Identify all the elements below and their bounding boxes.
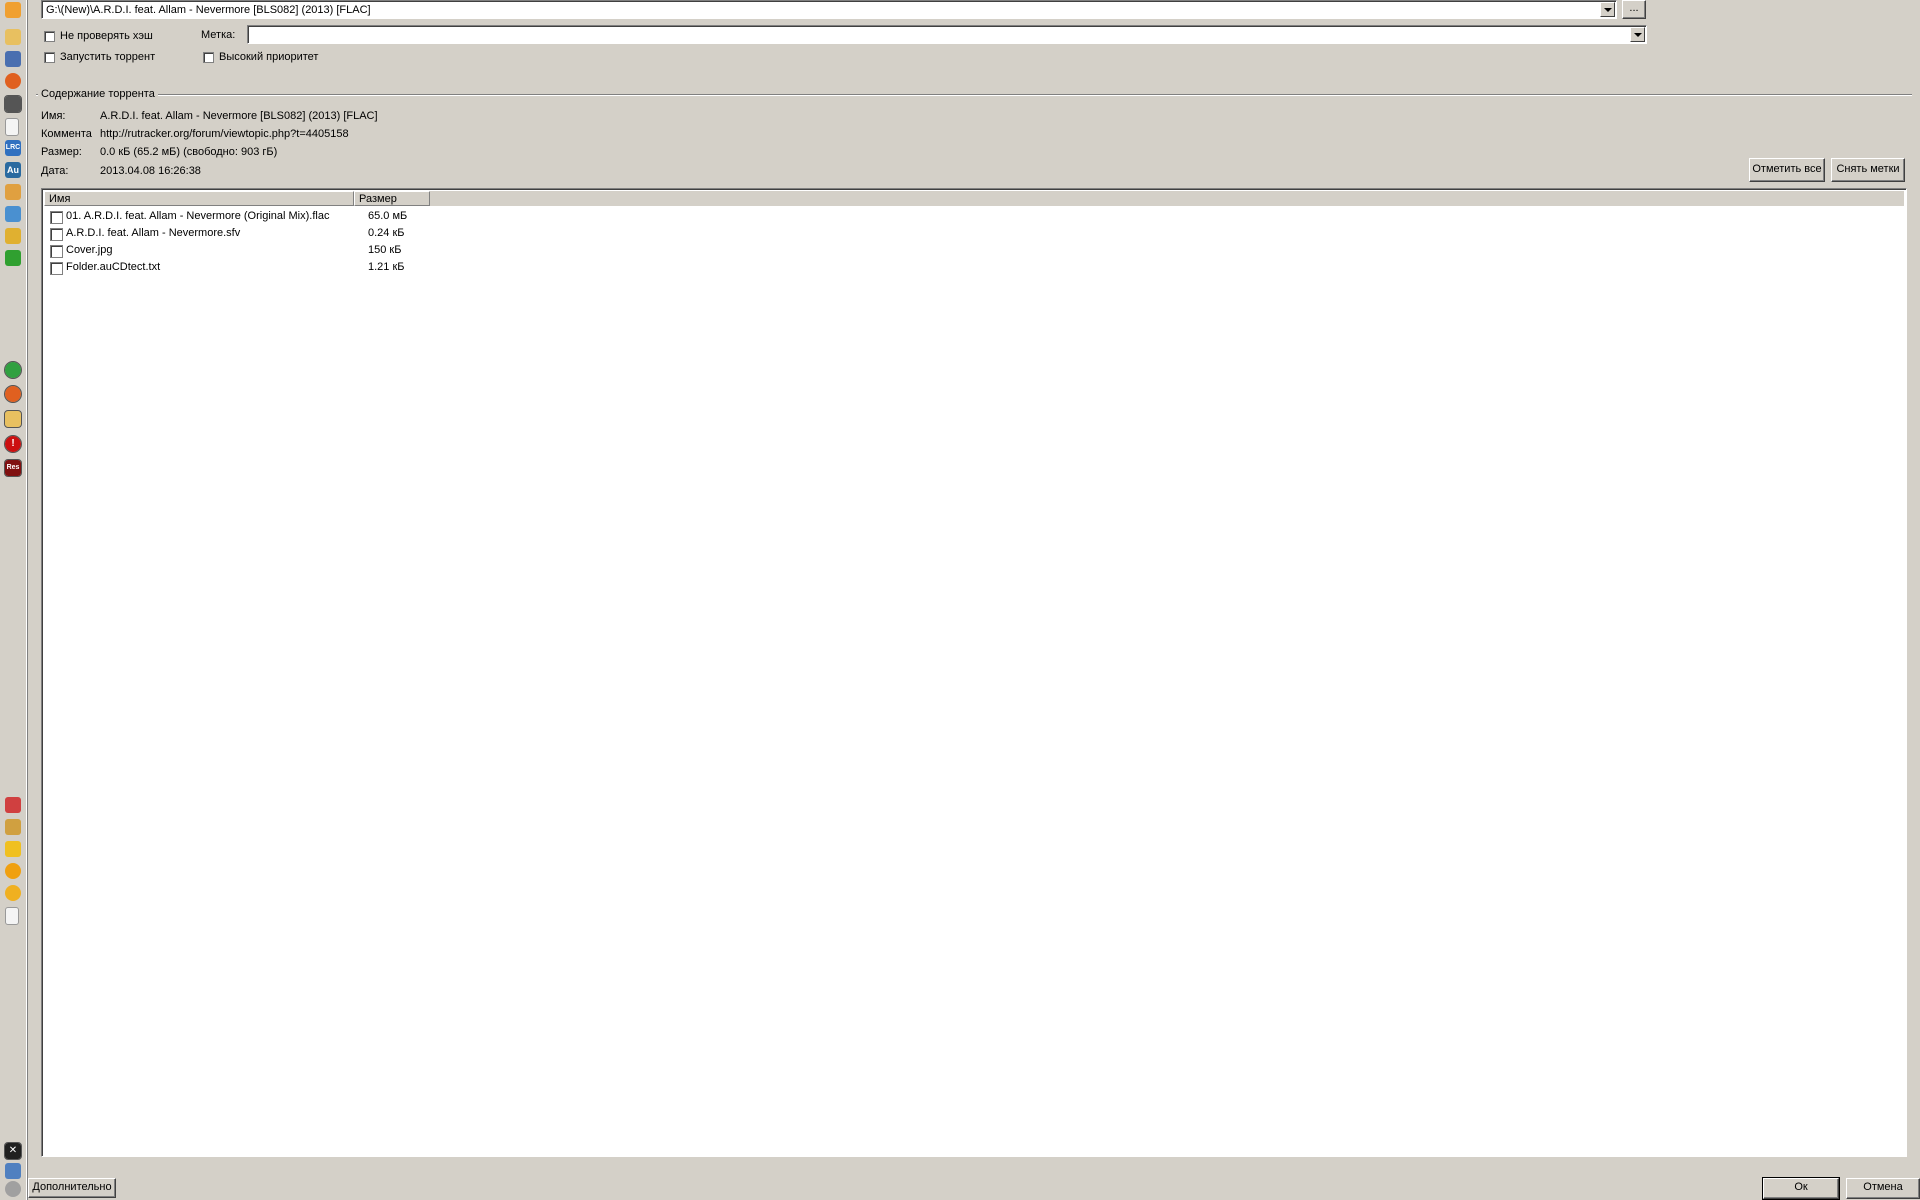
list-header: Имя Размер bbox=[44, 191, 1904, 206]
unmark-button[interactable]: Снять метки bbox=[1831, 158, 1905, 182]
cubes-icon[interactable] bbox=[5, 797, 21, 813]
stop-icon[interactable]: ! bbox=[4, 435, 22, 453]
add-torrent-dialog: G:\(New)\A.R.D.I. feat. Allam - Nevermor… bbox=[28, 0, 1920, 1200]
browse-button[interactable]: ... bbox=[1622, 0, 1646, 19]
x-app-icon[interactable]: ✕ bbox=[4, 1142, 22, 1160]
windows-flag-icon[interactable] bbox=[5, 2, 21, 18]
skip-hash-checkbox[interactable] bbox=[44, 31, 55, 42]
firefox-icon[interactable] bbox=[5, 73, 21, 89]
info-name-key: Имя: bbox=[41, 110, 66, 122]
info-size-value: 0.0 кБ (65.2 мБ) (свободно: 903 гБ) bbox=[100, 146, 278, 158]
group-title: Содержание торрента bbox=[38, 88, 158, 100]
file-name: 01. A.R.D.I. feat. Allam - Nevermore (Or… bbox=[66, 210, 330, 222]
info-date-value: 2013.04.08 16:26:38 bbox=[100, 165, 201, 177]
sun-icon[interactable] bbox=[5, 863, 21, 879]
label-combobox[interactable] bbox=[247, 25, 1647, 44]
chevron-down-icon[interactable] bbox=[1630, 27, 1645, 42]
group-divider bbox=[36, 94, 1912, 96]
tools-icon[interactable] bbox=[5, 184, 21, 200]
file-list[interactable]: Имя Размер 01. A.R.D.I. feat. Allam - Ne… bbox=[41, 188, 1907, 1157]
file-name: Folder.auCDtect.txt bbox=[66, 261, 161, 273]
info-size-key: Размер: bbox=[41, 146, 82, 158]
info-comment-value: http://rutracker.org/forum/viewtopic.php… bbox=[100, 128, 349, 140]
download-icon[interactable] bbox=[4, 95, 22, 113]
start-torrent-checkbox[interactable] bbox=[44, 52, 55, 63]
notes-icon[interactable] bbox=[5, 907, 19, 925]
file-size: 150 кБ bbox=[368, 244, 402, 256]
skip-hash-label[interactable]: Не проверять хэш bbox=[60, 30, 153, 42]
audition-icon[interactable]: Au bbox=[5, 162, 21, 178]
star-folder-icon[interactable] bbox=[5, 228, 21, 244]
file-name: Cover.jpg bbox=[66, 244, 113, 256]
file-checkbox[interactable] bbox=[50, 211, 63, 224]
ok-button[interactable]: Ок bbox=[1762, 1177, 1840, 1200]
label-caption: Метка: bbox=[201, 29, 236, 41]
document-icon[interactable] bbox=[5, 118, 19, 136]
globe-icon[interactable] bbox=[5, 885, 21, 901]
folder-open-icon[interactable] bbox=[5, 29, 21, 45]
file-checkbox[interactable] bbox=[50, 228, 63, 241]
recycle-icon[interactable] bbox=[5, 1163, 21, 1179]
more-options-button[interactable]: Дополнительно bbox=[28, 1178, 116, 1198]
quick-launch-bar: LRC Au ! Res ✕ bbox=[0, 0, 28, 1200]
high-priority-label[interactable]: Высокий приоритет bbox=[219, 51, 318, 63]
high-priority-checkbox[interactable] bbox=[203, 52, 214, 63]
lrc-icon[interactable]: LRC bbox=[5, 140, 21, 156]
settings-icon[interactable] bbox=[5, 1181, 21, 1197]
mark-all-button[interactable]: Отметить все bbox=[1749, 158, 1825, 182]
file-size: 0.24 кБ bbox=[368, 227, 405, 239]
file-size: 1.21 кБ bbox=[368, 261, 405, 273]
info-date-key: Дата: bbox=[41, 165, 69, 177]
settings-icon[interactable] bbox=[5, 819, 21, 835]
network-icon[interactable] bbox=[5, 206, 21, 222]
info-name-value: A.R.D.I. feat. Allam - Nevermore [BLS082… bbox=[100, 110, 378, 122]
utorrent-icon[interactable] bbox=[4, 361, 22, 379]
file-name: A.R.D.I. feat. Allam - Nevermore.sfv bbox=[66, 227, 241, 239]
media-icon[interactable] bbox=[5, 51, 21, 67]
save-path-value: G:\(New)\A.R.D.I. feat. Allam - Nevermor… bbox=[46, 4, 371, 16]
file-size: 65.0 мБ bbox=[368, 210, 408, 222]
color-palette-icon[interactable] bbox=[5, 250, 21, 266]
file-checkbox[interactable] bbox=[50, 245, 63, 258]
chevron-down-icon[interactable] bbox=[1600, 2, 1615, 17]
explorer-icon[interactable] bbox=[4, 410, 22, 428]
save-path-combobox[interactable]: G:\(New)\A.R.D.I. feat. Allam - Nevermor… bbox=[41, 0, 1617, 19]
column-header-size[interactable]: Размер bbox=[354, 191, 430, 206]
cancel-button[interactable]: Отмена bbox=[1846, 1178, 1920, 1199]
column-header-name[interactable]: Имя bbox=[44, 191, 354, 206]
info-comment-key: Коммента bbox=[41, 128, 92, 140]
start-torrent-label[interactable]: Запустить торрент bbox=[60, 51, 155, 63]
firefox-icon[interactable] bbox=[4, 385, 22, 403]
resource-icon[interactable]: Res bbox=[4, 459, 22, 477]
favorite-icon[interactable] bbox=[5, 841, 21, 857]
file-checkbox[interactable] bbox=[50, 262, 63, 275]
